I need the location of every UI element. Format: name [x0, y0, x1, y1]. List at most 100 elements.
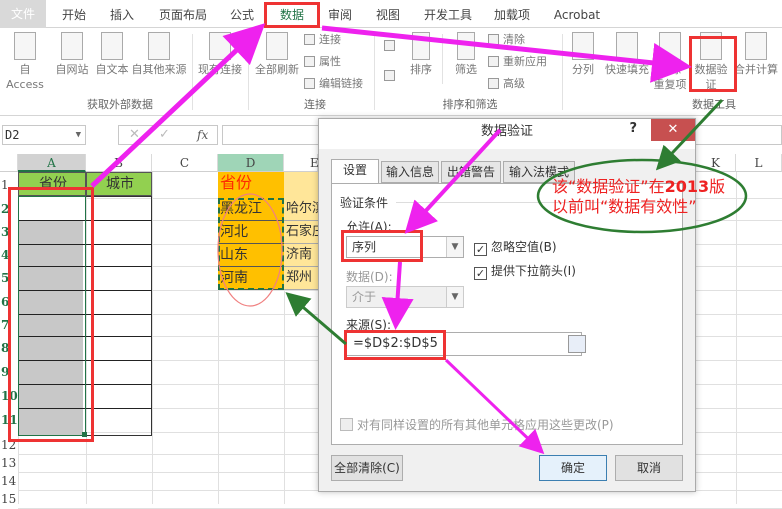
properties-icon [304, 56, 315, 67]
from-access-button[interactable]: 自 Access [0, 32, 50, 92]
row-header-3[interactable]: 3 [0, 220, 18, 244]
flash-fill-button[interactable]: 快速填充 [602, 32, 652, 77]
chevron-down-icon: ▼ [446, 237, 463, 257]
properties-button[interactable]: 属性 [304, 54, 341, 70]
cell-e5[interactable]: 郑州 [284, 267, 318, 290]
tab-insert[interactable]: 插入 [106, 4, 138, 26]
row-header-4[interactable]: 4 [0, 244, 18, 266]
row-header-8[interactable]: 8 [0, 336, 18, 360]
cell-b1[interactable]: 城市 [86, 172, 152, 196]
cell-e3[interactable]: 石家庄 [284, 221, 318, 244]
allow-select[interactable]: 序列 ▼ [346, 236, 464, 258]
settings-panel: 验证条件 允许(A): 序列 ▼ ✓ 忽略空值(B) ✓ 提供下拉箭头(I) 数据(D… [331, 183, 683, 445]
from-text-button[interactable]: 自文本 [92, 32, 132, 77]
remove-duplicates-icon [659, 32, 681, 60]
in-cell-dropdown-checkbox[interactable]: ✓ 提供下拉箭头(I) [474, 262, 576, 280]
sort-icon [412, 32, 430, 60]
apply-all-checkbox[interactable]: 对有同样设置的所有其他单元格应用这些更改(P) [340, 416, 614, 433]
tab-input-message[interactable]: 输入信息 [381, 161, 439, 183]
row-header-1[interactable]: 1 [0, 172, 18, 198]
cell-e4[interactable]: 济南 [284, 244, 318, 267]
tab-error-alert[interactable]: 出错警告 [441, 161, 501, 183]
remove-duplicates-button[interactable]: 删除 重复项 [652, 32, 688, 92]
tab-addins[interactable]: 加载项 [490, 4, 534, 26]
row-header-7[interactable]: 7 [0, 314, 18, 336]
sort-button[interactable]: 排序 [404, 32, 438, 77]
chevron-down-icon: ▼ [75, 130, 81, 140]
data-validation-button[interactable]: 数据验 证 [692, 32, 730, 92]
sort-asc-button[interactable] [384, 38, 399, 54]
data-select[interactable]: 介于 ▼ [346, 286, 464, 308]
reapply-button[interactable]: 重新应用 [488, 54, 547, 70]
tab-settings[interactable]: 设置 [331, 159, 379, 185]
column-header-c[interactable]: C [152, 154, 218, 172]
sort-az-icon [384, 40, 395, 51]
from-other-sources-button[interactable]: 自其他来源 [130, 32, 188, 77]
range-picker-icon[interactable] [568, 335, 586, 353]
group-label-connections: 连接 [304, 98, 326, 111]
select-all-corner[interactable] [0, 154, 18, 172]
row-header-9[interactable]: 9 [0, 360, 18, 384]
edit-links-icon [304, 78, 315, 89]
tab-view[interactable]: 视图 [372, 4, 404, 26]
tab-page-layout[interactable]: 页面布局 [155, 4, 211, 26]
tab-acrobat[interactable]: Acrobat [552, 4, 602, 26]
row-header-13[interactable]: 13 [0, 454, 18, 472]
filter-button[interactable]: 筛选 [448, 32, 484, 77]
group-label-data-tools: 数据工具 [692, 98, 736, 111]
row-header-15[interactable]: 15 [0, 490, 18, 508]
row-header-11[interactable]: 11 [0, 408, 18, 432]
allow-label: 允许(A): [346, 220, 392, 234]
row-header-2[interactable]: 2 [0, 198, 18, 220]
existing-connections-button[interactable]: 现有连接 [196, 32, 244, 77]
range-b2-b11[interactable] [86, 196, 152, 436]
ribbon: 自 Access 自网站 自文本 自其他来源 现有连接 获取外部数据 全部刷新 … [0, 28, 782, 116]
consolidate-button[interactable]: 合并计算 [730, 32, 782, 77]
row-header-12[interactable]: 12 [0, 436, 18, 454]
cancel-icon[interactable]: ✕ [129, 126, 140, 144]
cancel-button[interactable]: 取消 [615, 455, 683, 481]
row-header-10[interactable]: 10 [0, 384, 18, 408]
tab-home[interactable]: 开始 [58, 4, 90, 26]
sort-desc-button[interactable] [384, 68, 399, 84]
tab-developer[interactable]: 开发工具 [420, 4, 476, 26]
clear-all-button[interactable]: 全部清除(C) [331, 455, 403, 481]
enter-icon[interactable]: ✓ [159, 126, 170, 144]
column-header-l[interactable]: L [736, 154, 782, 172]
cell-e2[interactable]: 哈尔滨 [284, 198, 318, 221]
row-header-14[interactable]: 14 [0, 472, 18, 490]
section-validation-criteria: 验证条件 [340, 196, 389, 210]
annotation-line-2: 以前叫“数据有效性” [552, 197, 697, 216]
column-header-a[interactable]: A [18, 154, 86, 172]
checkmark-icon: ✓ [474, 267, 487, 280]
column-header-e[interactable]: E [284, 154, 319, 172]
cell-a1[interactable]: 省份 [18, 172, 86, 196]
cell-e1[interactable] [284, 172, 318, 198]
ok-button[interactable]: 确定 [539, 455, 607, 481]
tab-file[interactable]: 文件 [0, 0, 46, 28]
data-validation-icon [700, 32, 722, 60]
help-button[interactable]: ? [629, 121, 637, 136]
insert-function-icon[interactable]: fx [197, 126, 208, 144]
text-to-columns-button[interactable]: 分列 [568, 32, 598, 77]
clear-filter-button[interactable]: 清除 [488, 32, 525, 48]
column-header-b[interactable]: B [86, 154, 152, 172]
column-header-k[interactable]: K [696, 154, 736, 172]
cell-d1[interactable]: 省份 [218, 172, 284, 198]
from-web-button[interactable]: 自网站 [52, 32, 92, 77]
tab-data[interactable]: 数据 [266, 3, 318, 29]
row-header-6[interactable]: 6 [0, 290, 18, 314]
tab-formulas[interactable]: 公式 [226, 4, 258, 26]
column-header-d[interactable]: D [218, 154, 284, 172]
name-box[interactable]: D2 ▼ [2, 125, 86, 145]
fill-handle[interactable] [82, 432, 87, 437]
ignore-blank-checkbox[interactable]: ✓ 忽略空值(B) [474, 238, 557, 256]
source-input[interactable]: =$D$2:$D$5 [346, 332, 582, 356]
refresh-all-button[interactable]: 全部刷新 [252, 32, 302, 77]
close-button[interactable]: ✕ [651, 119, 695, 141]
row-header-5[interactable]: 5 [0, 266, 18, 290]
tab-review[interactable]: 审阅 [324, 4, 356, 26]
edit-links-button[interactable]: 编辑链接 [304, 76, 363, 92]
connections-button[interactable]: 连接 [304, 32, 341, 48]
advanced-filter-button[interactable]: 高级 [488, 76, 525, 92]
